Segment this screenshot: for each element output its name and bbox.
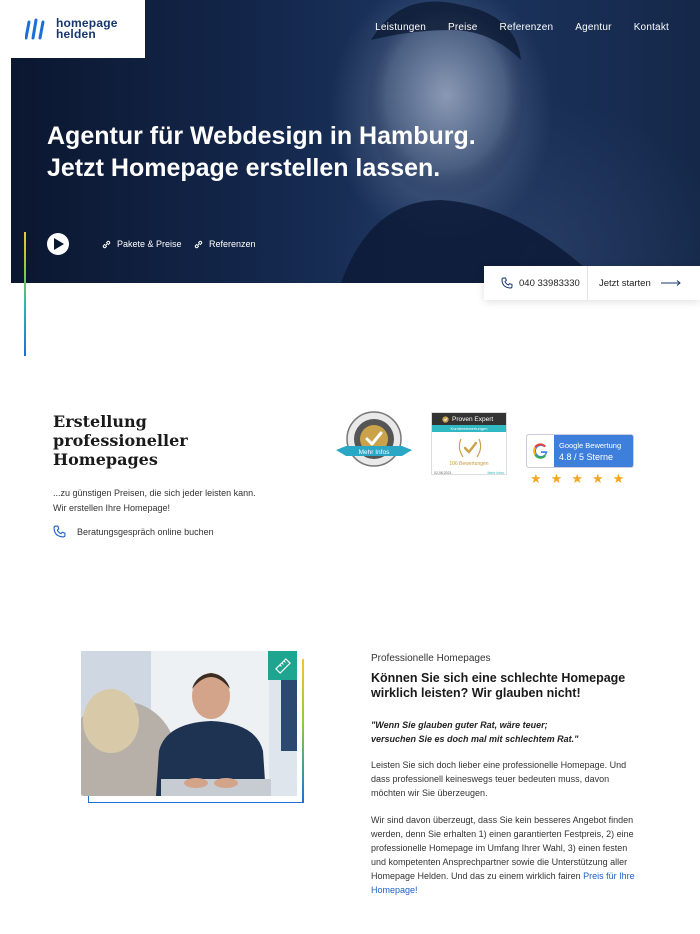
- hero-link-referenzen[interactable]: Referenzen: [194, 239, 256, 249]
- arrow-right-icon: [660, 280, 681, 286]
- link-icon: [102, 240, 111, 248]
- intro-heading-line: Homepages: [53, 450, 158, 469]
- about-heading-line: Können Sie sich eine schlechte Homepage: [371, 671, 626, 685]
- google-rating-label: Google Bewertung: [559, 441, 622, 450]
- star-icon: ★: [591, 471, 604, 486]
- google-logo: [527, 435, 554, 467]
- start-button[interactable]: Jetzt starten: [588, 278, 681, 289]
- about-p2-line: professionelle Homepage im Umfang Ihrer …: [371, 843, 628, 853]
- phone-icon: [501, 277, 513, 289]
- hero-link-pakete-preise[interactable]: Pakete & Preise: [102, 239, 182, 249]
- about-quote-line: "Wenn Sie glauben guter Rat, wäre teuer;: [371, 720, 548, 730]
- proven-expert-icon: [442, 415, 449, 423]
- hero-title: Agentur für Webdesign in Hamburg. Jetzt …: [47, 120, 476, 184]
- pe-brand: Proven Expert: [452, 415, 494, 423]
- about-quote-line: versuchen Sie es doch mal mit schlechtem…: [371, 734, 579, 744]
- star-icon: ★: [571, 471, 583, 486]
- logo-text: homepage helden: [56, 17, 118, 41]
- proven-expert-card[interactable]: Proven Expert Kundenbewertungen 106 Bewe…: [431, 412, 507, 475]
- intro-text-line: Wir erstellen Ihre Homepage!: [53, 503, 171, 513]
- intro-text-line: ...zu günstigen Preisen, die sich jeder …: [53, 488, 256, 498]
- nav-item-referenzen[interactable]: Referenzen: [500, 22, 554, 33]
- about-p2-line: Wir sind davon überzeugt, dass Sie kein …: [371, 815, 634, 825]
- about-paragraph-1: Leisten Sie sich doch lieber eine profes…: [371, 758, 656, 800]
- phone-icon: [53, 525, 66, 538]
- intro-heading: Erstellung professioneller Homepages: [53, 412, 188, 469]
- google-g-icon: [532, 443, 547, 459]
- star-icon: ★: [530, 471, 542, 486]
- laurel-check-icon: [458, 438, 482, 458]
- link-icon: [194, 240, 203, 248]
- nav-item-leistungen[interactable]: Leistungen: [375, 22, 426, 33]
- team-member-photo: [81, 651, 297, 796]
- pe-date: 02.08.2021: [434, 471, 452, 475]
- pe-footer: 02.08.2021 Mehr Infos: [434, 471, 504, 475]
- play-video-button[interactable]: [47, 233, 69, 255]
- nav-item-agentur[interactable]: Agentur: [575, 22, 611, 33]
- about-p2-line: Homepage!: [371, 883, 656, 897]
- intro-text: ...zu günstigen Preisen, die sich jeder …: [53, 486, 256, 516]
- about-heading: Können Sie sich eine schlechte Homepage …: [371, 671, 625, 701]
- seal-ribbon-label: Mehr Infos: [358, 449, 390, 456]
- intro-heading-line: Erstellung: [53, 412, 147, 431]
- about-quote: "Wenn Sie glauben guter Rat, wäre teuer;…: [371, 718, 578, 746]
- about-p2-line: und kompetenten Ansprechpartner sowie di…: [371, 857, 628, 867]
- accent-line: [24, 232, 26, 356]
- logo-icon: [25, 18, 45, 40]
- pe-more: Mehr Infos: [487, 471, 504, 475]
- google-rating-value: 4.8 / 5 Sterne: [559, 452, 614, 462]
- hero-title-line2: Jetzt Homepage erstellen lassen.: [47, 154, 441, 182]
- seal-badge-icon: [336, 411, 412, 467]
- about-p1-line: möchten wir Sie überzeugen.: [371, 788, 488, 798]
- about-p2-line: werden, denn Sie erhalten 1) einen garan…: [371, 829, 634, 839]
- about-p2-last-prefix: Homepage Helden. Und das zu einem wirkli…: [371, 871, 584, 881]
- team-member-image: [81, 651, 297, 796]
- about-heading-line: wirklich leisten? Wir glauben nicht!: [371, 686, 581, 700]
- google-rating-card[interactable]: Google Bewertung 4.8 / 5 Sterne: [526, 434, 634, 468]
- hero-link-label: Pakete & Preise: [117, 239, 182, 249]
- pe-band: Kundenbewertungen: [432, 425, 506, 432]
- proven-expert-seal[interactable]: Mehr Infos: [336, 410, 412, 468]
- hero-title-line1: Agentur für Webdesign in Hamburg.: [47, 122, 476, 150]
- start-label: Jetzt starten: [599, 277, 651, 289]
- star-icon: ★: [612, 471, 625, 486]
- about-p2-line: Homepage Helden. Und das zu einem wirkli…: [371, 869, 656, 883]
- nav-item-preise[interactable]: Preise: [448, 22, 478, 33]
- consultation-link[interactable]: Beratungsgespräch online buchen: [53, 525, 214, 538]
- hero-link-label: Referenzen: [209, 239, 256, 249]
- photo-frame-accent: [302, 659, 304, 803]
- logo-line2: helden: [56, 27, 96, 41]
- main-nav: Leistungen Preise Referenzen Agentur Kon…: [375, 22, 669, 33]
- logo[interactable]: homepage helden: [0, 0, 145, 58]
- ruler-icon: [274, 657, 291, 674]
- consultation-label: Beratungsgespräch online buchen: [77, 526, 214, 537]
- star-rating: ★ ★ ★ ★ ★: [530, 472, 624, 485]
- intro-heading-line: professioneller: [53, 431, 188, 450]
- about-p1-line: dass professionell keineswegs teuer bede…: [371, 774, 610, 784]
- about-kicker: Professionelle Homepages: [371, 653, 491, 664]
- play-icon: [54, 238, 64, 250]
- phone-number: 040 33983330: [519, 277, 580, 289]
- price-link-continued[interactable]: Homepage!: [371, 885, 418, 895]
- price-link[interactable]: Preis für Ihre: [583, 871, 635, 881]
- about-p1-line: Leisten Sie sich doch lieber eine profes…: [371, 760, 627, 770]
- phone-button[interactable]: 040 33983330: [484, 266, 588, 300]
- pe-review-count: 106 Bewertungen: [449, 461, 489, 467]
- nav-item-kontakt[interactable]: Kontakt: [634, 22, 669, 33]
- star-icon: ★: [550, 471, 563, 486]
- cta-bar: 040 33983330 Jetzt starten: [484, 266, 700, 300]
- pe-header: Proven Expert: [432, 413, 506, 425]
- ruler-icon-badge: [268, 651, 297, 680]
- about-paragraph-2: Wir sind davon überzeugt, dass Sie kein …: [371, 813, 656, 897]
- pe-body: 106 Bewertungen 02.08.2021 Mehr Infos: [432, 432, 506, 475]
